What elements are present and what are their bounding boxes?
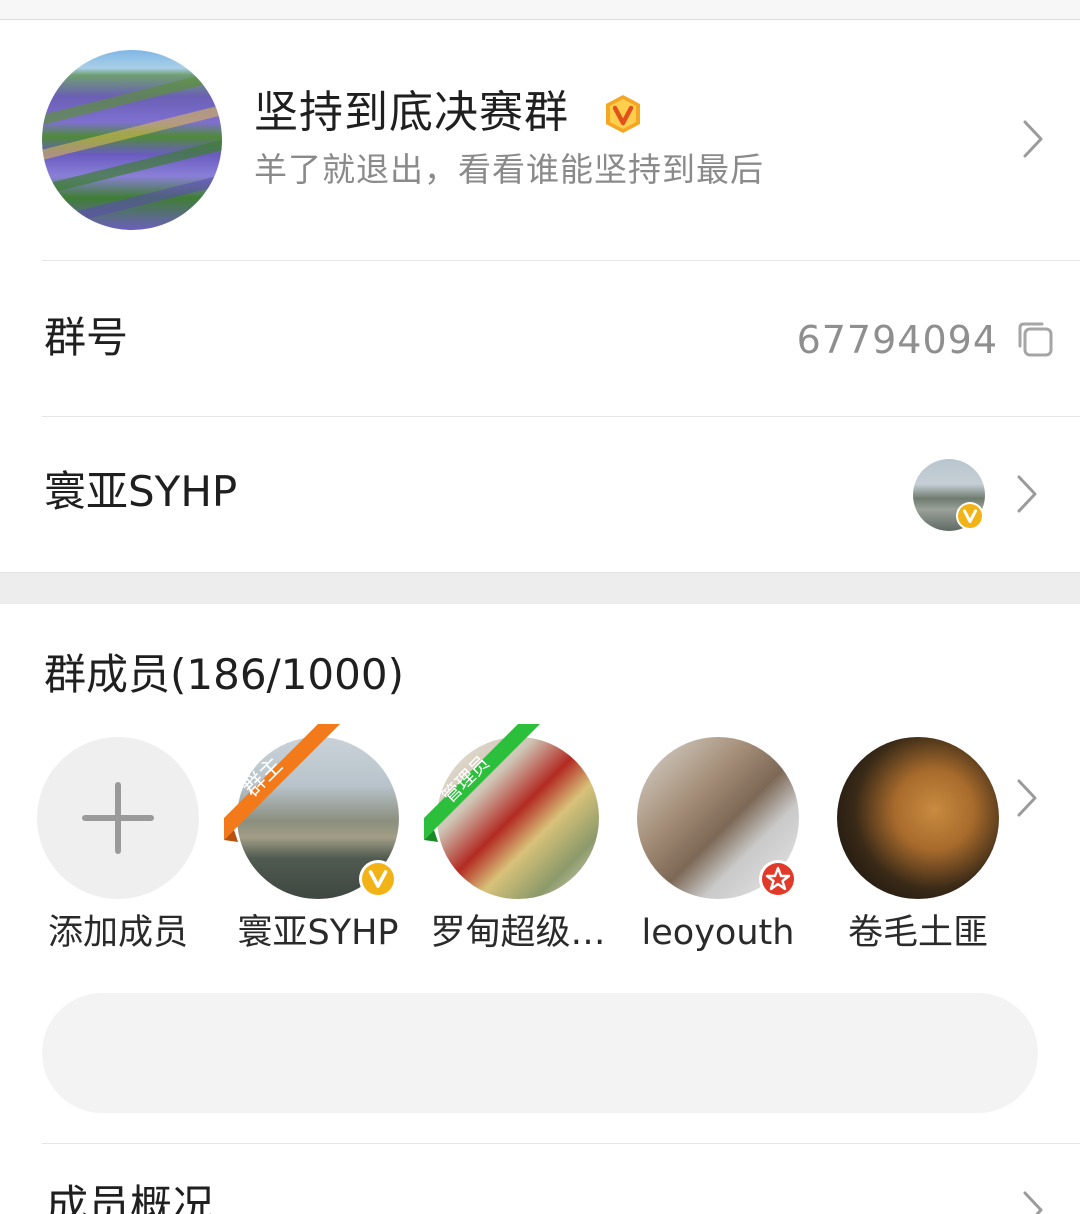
member-search-input[interactable] bbox=[42, 993, 1038, 1113]
group-number-value: 67794094 bbox=[796, 318, 998, 362]
member-name: 罗甸超级… bbox=[430, 913, 606, 953]
admin-role-label: 管理员 bbox=[438, 752, 494, 808]
admin-ribbon-icon: 管理员 bbox=[424, 724, 540, 842]
member-name: leoyouth bbox=[641, 913, 795, 953]
chevron-right-icon bbox=[1022, 1190, 1044, 1214]
copy-icon[interactable] bbox=[1016, 320, 1054, 358]
group-header[interactable]: 坚持到底决赛群 羊了就退出，看看谁能坚持到最后 bbox=[0, 21, 1080, 261]
group-number-label: 群号 bbox=[44, 313, 129, 362]
vip-badge-icon bbox=[606, 95, 640, 133]
group-description: 羊了就退出，看看谁能坚持到最后 bbox=[254, 150, 764, 189]
member-overview-label[interactable]: 成员概况 bbox=[46, 1180, 214, 1214]
plus-icon bbox=[37, 737, 199, 899]
member-name: 寰亚SYHP bbox=[237, 913, 399, 953]
add-member-button[interactable] bbox=[37, 737, 199, 899]
members-title[interactable]: 群成员(186/1000) bbox=[44, 648, 404, 702]
chevron-right-icon[interactable] bbox=[1016, 778, 1038, 818]
avatar bbox=[837, 737, 999, 899]
divider bbox=[42, 260, 1080, 261]
member-avatar[interactable] bbox=[837, 737, 999, 899]
section-separator bbox=[0, 572, 1080, 604]
group-avatar bbox=[42, 50, 222, 230]
status-strip bbox=[0, 0, 1080, 20]
vip-v-badge-icon bbox=[956, 502, 984, 530]
group-name: 坚持到底决赛群 bbox=[254, 87, 569, 138]
member-name: 卷毛土匪 bbox=[847, 913, 988, 953]
chevron-right-icon bbox=[1016, 474, 1038, 514]
member-name: 添加成员 bbox=[47, 913, 188, 953]
divider bbox=[42, 416, 1080, 417]
star-badge-icon bbox=[759, 860, 797, 898]
divider bbox=[42, 1143, 1080, 1144]
chevron-right-icon bbox=[1022, 119, 1044, 159]
owner-ribbon-icon: 群主 bbox=[224, 724, 340, 842]
vip-v-badge-icon bbox=[359, 860, 397, 898]
owner-name-label: 寰亚SYHP bbox=[44, 467, 238, 516]
owner-role-label: 群主 bbox=[239, 753, 288, 802]
